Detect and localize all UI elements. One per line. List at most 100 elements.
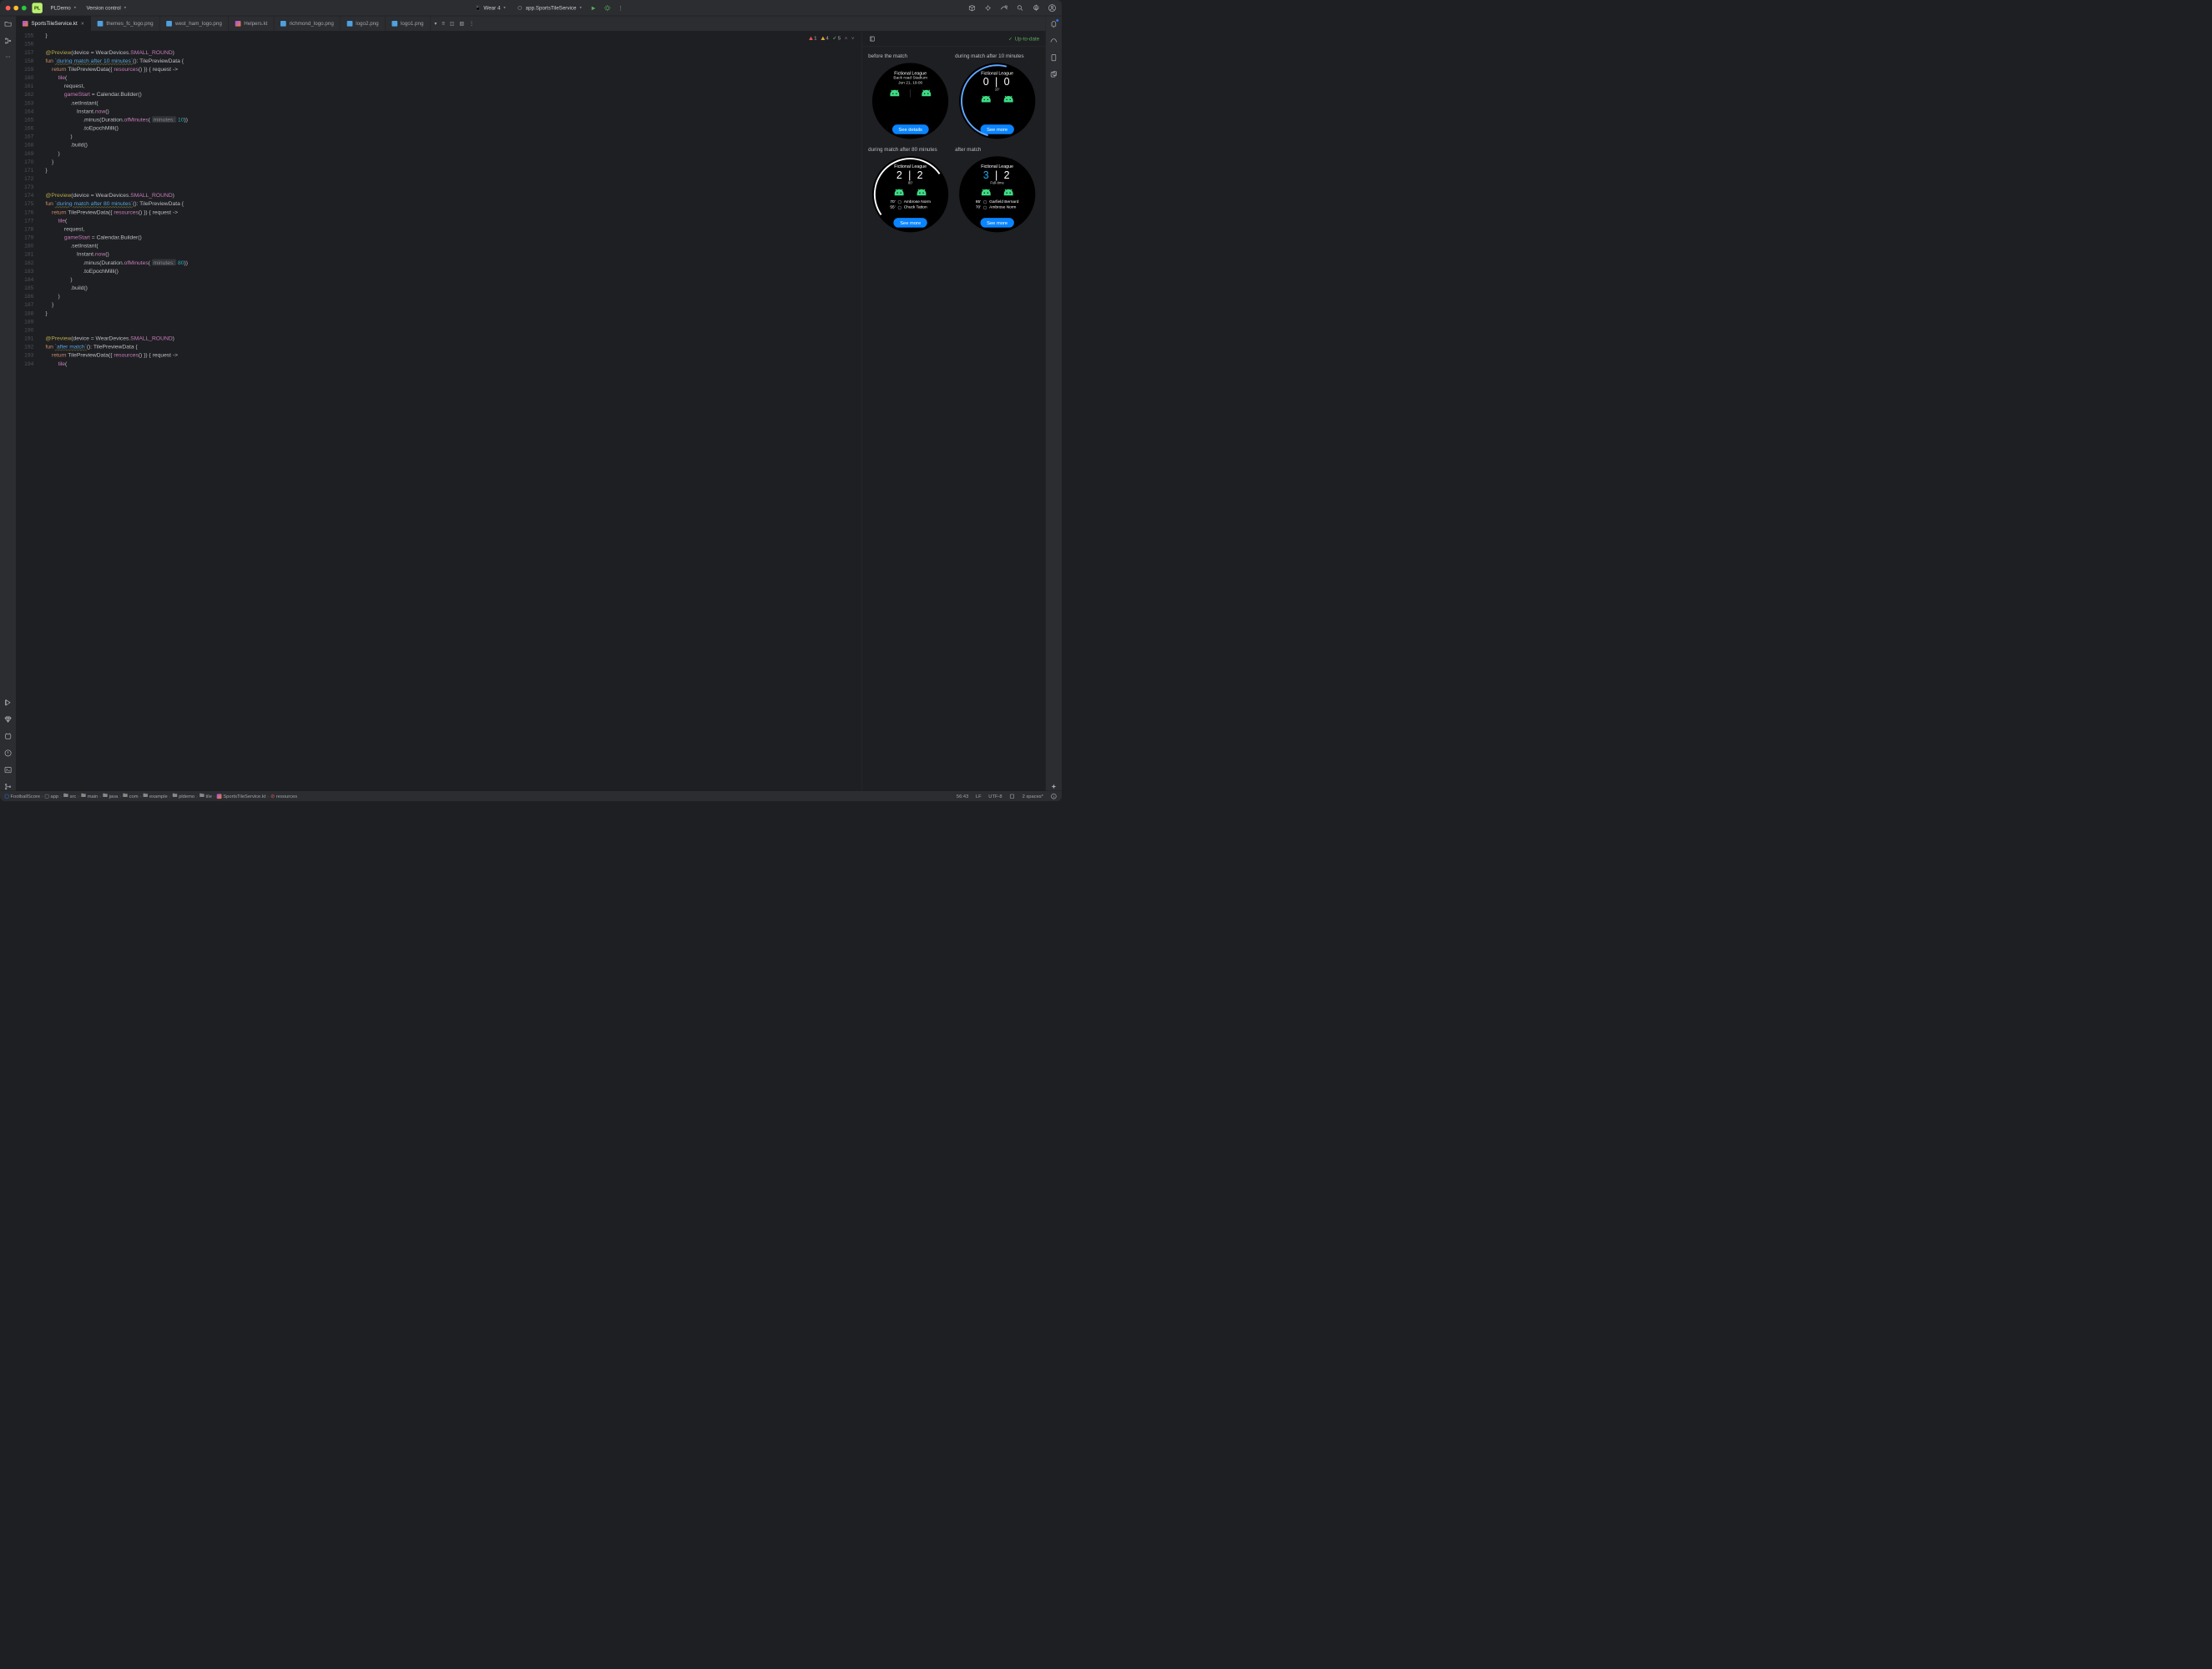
inspect-icon[interactable] [1000,4,1008,13]
minimize-window[interactable] [13,5,18,10]
device-selector[interactable]: 📱Wear 4 [472,3,508,13]
warning-icon [821,36,825,39]
tab-label: logo1.png [401,20,423,26]
close-window[interactable] [6,5,11,10]
device-icon: 📱 [474,4,482,13]
inspection-widget[interactable]: 1 4 ✓5 ˄ ˅ [807,34,856,42]
device-label: Wear 4 [483,5,500,11]
kotlin-file-icon [23,21,28,27]
project-badge: PL [32,3,42,13]
indent-setting[interactable]: 2 spaces* [1023,794,1043,799]
emulator-icon[interactable] [1050,70,1058,78]
notifications-icon[interactable] [1050,20,1058,28]
debug-icon[interactable] [604,4,612,13]
project-view-icon[interactable] [4,20,13,28]
tab-label: themes_fc_logo.png [106,20,153,26]
tab-westham[interactable]: west_ham_logo.png [160,16,229,31]
tab-label: Helpers.kt [244,20,267,26]
left-toolbar: ⋯ [0,16,16,790]
tab-list-icon[interactable]: ≡ [442,20,445,26]
info-icon[interactable] [1051,793,1058,799]
build-tool-icon[interactable] [4,698,13,707]
account-icon[interactable] [1048,4,1057,13]
image-file-icon [166,21,172,27]
watch-face: Fictional LeagueBack road StadiumJun 21,… [872,63,948,139]
device-manager-icon[interactable] [1050,53,1058,62]
tab-sportstile[interactable]: SportsTileService.kt ✕ [16,16,91,31]
tab-richmond[interactable]: richmond_logo.png [274,16,340,31]
preview-title: before the match [868,53,952,58]
tab-label: richmond_logo.png [290,20,334,26]
tab-split-icon[interactable]: ◫ [450,20,455,27]
vcs-menu[interactable]: Version control [84,3,129,13]
chevron-down-icon[interactable]: ▾ [434,20,437,27]
gem-icon[interactable] [4,715,13,724]
search-icon[interactable] [1016,4,1024,13]
watch-face: Fictional League3 | 2Full-time85'Garfiel… [959,156,1035,232]
editor-tabs: SportsTileService.kt ✕ themes_fc_logo.png… [16,16,1046,31]
tab-helpers[interactable]: Helpers.kt [229,16,274,31]
image-file-icon [391,21,397,27]
caret-position[interactable]: 56:43 [957,794,968,799]
settings-icon[interactable] [1032,4,1040,13]
image-file-icon [347,21,353,27]
maximize-window[interactable] [22,5,27,10]
preview-status-label: Up-to-date [1015,36,1039,42]
preview-status: ✓Up-to-date [1008,35,1039,42]
build-icon[interactable] [968,4,977,13]
tab-preview-icon[interactable]: ▧ [459,20,464,27]
tab-overflow[interactable]: ▾ ≡ ◫ ▧ ⋮ [431,16,478,31]
tab-label: logo2.png [356,20,378,26]
tab-label: west_ham_logo.png [175,20,222,26]
preview-config-icon[interactable] [868,35,876,43]
image-file-icon [98,21,104,27]
window-controls [6,5,27,10]
status-bar: FootballScore›app›🖿src›🖿main›🖿java›🖿com›… [0,791,1062,801]
run-config-selector[interactable]: ⬡app.SportsTileService [513,3,583,13]
code-editor[interactable]: 1 4 ✓5 ˄ ˅ 15515615715815916016116216316… [16,31,861,790]
prev-highlight-icon[interactable]: ˄ [845,35,847,41]
close-tab-icon[interactable]: ✕ [81,21,84,26]
check-icon: ✓ [1008,35,1013,42]
run-config-label: app.SportsTileService [526,5,577,11]
terminal-icon[interactable] [4,766,13,774]
watch-face: Fictional League2 | 280'70'Ambrose Norm5… [872,156,948,232]
watch-button[interactable]: See details [892,124,929,134]
tab-themes-logo[interactable]: themes_fc_logo.png [91,16,160,31]
kotlin-file-icon [235,21,241,27]
preview-title: during match after 10 minutes [955,53,1039,58]
watch-face: Fictional League0 | 010'See more [959,63,1035,139]
file-encoding[interactable]: UTF-8 [988,794,1002,799]
breadcrumbs[interactable]: FootballScore›app›🖿src›🖿main›🖿java›🖿com›… [5,792,297,800]
tab-more-icon[interactable]: ⋮ [469,20,474,27]
line-ending[interactable]: LF [976,794,982,799]
preview-title: during match after 80 minutes [868,146,952,152]
more-icon[interactable]: ⋮ [617,4,625,13]
problems-icon[interactable] [4,749,13,758]
line-gutter: 1551561571581591601611621631641651661671… [16,31,39,790]
tab-logo2[interactable]: logo2.png [341,16,386,31]
git-icon[interactable] [4,783,13,791]
cat-icon[interactable] [4,732,13,740]
titlebar: PL PLDemo Version control 📱Wear 4 ⬡app.S… [0,0,1062,16]
ok-count: 5 [838,35,841,41]
tab-label: SportsTileService.kt [31,20,77,26]
profiler-icon[interactable] [1050,37,1058,45]
image-file-icon [280,21,286,27]
tab-logo1[interactable]: logo1.png [386,16,431,31]
preview-panel: ✓Up-to-date before the match Fictional Le… [861,31,1046,790]
ok-icon: ✓ [833,35,837,41]
more-tools-icon[interactable]: ⋯ [5,53,10,60]
run-icon[interactable]: ▶ [589,4,598,13]
code-area[interactable]: } @Preview(device = WearDevices.SMALL_RO… [39,31,861,790]
readonly-icon[interactable] [1009,794,1015,799]
structure-icon[interactable] [4,37,13,45]
warning-count: 4 [826,35,829,41]
debug-tool-icon[interactable] [984,4,992,13]
watch-button[interactable]: See more [980,218,1013,228]
project-selector[interactable]: PLDemo [48,3,78,13]
ai-sparkle-icon[interactable] [1050,784,1058,791]
config-icon: ⬡ [516,4,524,13]
error-icon [809,36,813,39]
next-highlight-icon[interactable]: ˅ [851,35,854,41]
